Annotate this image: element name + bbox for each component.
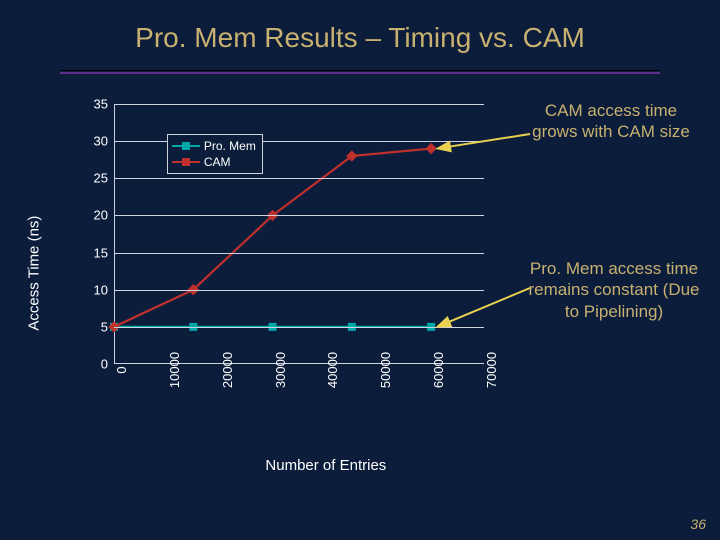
y-tick-label: 30 [94,134,108,149]
legend-item: CAM [172,154,256,170]
y-tick-label: 20 [94,208,108,223]
legend: Pro. Mem CAM [167,134,263,174]
gridline [114,327,484,328]
series-line [114,149,431,327]
y-axis-label: Access Time (ns) [26,216,43,331]
slide-title: Pro. Mem Results – Timing vs. CAM [0,22,720,54]
legend-label: CAM [204,155,231,169]
legend-item: Pro. Mem [172,138,256,154]
chart: Access Time (ns) Number of Entries 05101… [60,100,495,470]
plot-area: 0510152025303501000020000300004000050000… [114,104,484,364]
y-tick-label: 0 [101,357,108,372]
square-marker-icon [172,141,200,151]
x-tick-label: 20000 [220,352,235,388]
diamond-marker-icon [172,157,200,167]
y-tick-label: 5 [101,319,108,334]
y-tick-label: 15 [94,245,108,260]
gridline [114,178,484,179]
series-marker [425,143,436,154]
callout-cam: CAM access time grows with CAM size [526,100,696,143]
callout-promem: Pro. Mem access time remains constant (D… [524,258,704,322]
x-tick-label: 40000 [325,352,340,388]
y-tick-label: 10 [94,282,108,297]
x-tick-label: 0 [114,366,129,373]
divider-accent [60,72,660,74]
legend-label: Pro. Mem [204,139,256,153]
page-number: 36 [690,516,706,532]
gridline [114,215,484,216]
gridline [114,104,484,105]
y-tick-label: 35 [94,97,108,112]
x-tick-label: 30000 [273,352,288,388]
x-tick-label: 50000 [378,352,393,388]
y-tick-label: 25 [94,171,108,186]
x-tick-label: 10000 [167,352,182,388]
x-tick-label: 60000 [431,352,446,388]
divider [60,70,660,71]
x-tick-label: 70000 [484,352,499,388]
x-axis-label: Number of Entries [265,457,386,474]
gridline [114,290,484,291]
gridline [114,253,484,254]
